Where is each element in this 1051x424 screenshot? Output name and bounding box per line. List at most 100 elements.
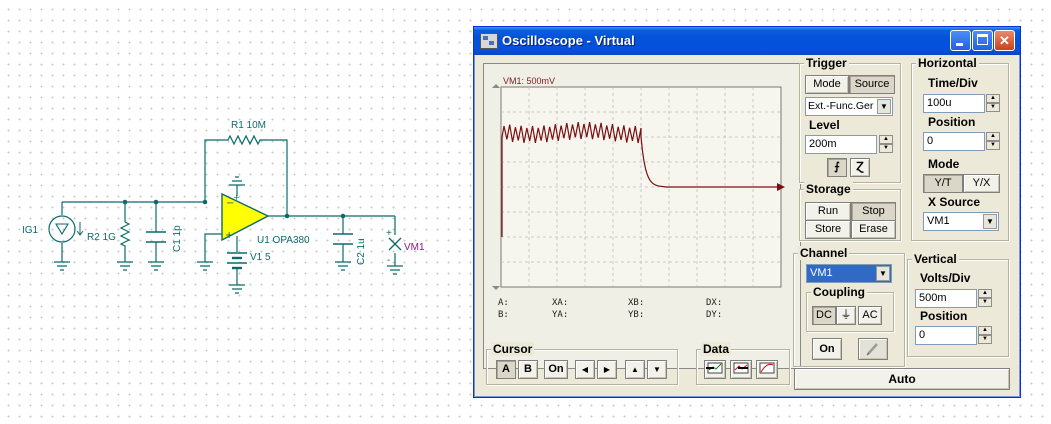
export-icon [706,362,723,374]
cursor-b-button[interactable]: B [518,360,538,379]
xsource-label: X Source [928,195,981,209]
minimize-button[interactable] [950,30,971,51]
channel-select[interactable]: VM1 ▼ [806,264,892,283]
xsource-value: VM1 [927,215,950,227]
chevron-down-icon[interactable]: ▼ [876,266,890,281]
capacitor-c1[interactable] [146,231,166,243]
trigger-rising-edge-button[interactable]: ⨍ [827,158,847,177]
label-vm1: VM1 [404,242,425,253]
cursor-right-button[interactable]: ▶ [597,360,617,379]
mode-yt-button[interactable]: Y/T [923,174,963,193]
trigger-level-spinner[interactable]: ▲ ▼ [879,135,893,154]
circuit-schematic[interactable]: − + + IG1 R2 1G C1 1p R1 10M U1 OPA380 V… [0,0,470,424]
data-title: Data [701,342,732,356]
coupling-group: Coupling DC ⏚ AC [806,285,894,332]
spin-up-icon[interactable]: ▲ [978,326,992,335]
vertical-position-spinner[interactable]: ▲ ▼ [978,326,992,345]
channel-pen-button[interactable] [858,338,888,360]
close-button[interactable]: ✕ [994,30,1015,51]
vertical-group: Vertical Volts/Div 500m ▲ ▼ Position 0 ▲ ▼ [907,252,1009,357]
svg-text:+: + [225,230,233,241]
horizontal-position-spinner[interactable]: ▲ ▼ [986,132,1000,151]
coupling-ac-button[interactable]: AC [858,306,882,325]
spin-up-icon[interactable]: ▲ [986,94,1000,103]
spin-down-icon[interactable]: ▼ [986,103,1000,112]
label-v1: V1 5 [250,252,271,263]
data-chart-button[interactable] [756,360,778,379]
capacitor-c2[interactable] [333,233,353,245]
current-source-ig1[interactable] [48,215,84,243]
coupling-dc-button[interactable]: DC [812,306,836,325]
label-vm1-plus: + [386,228,392,239]
channel-group: Channel VM1 ▼ Coupling DC ⏚ AC On [793,246,905,367]
voltsdiv-input[interactable]: 500m [915,289,977,308]
data-group: Data [696,342,790,385]
cursor-on-button[interactable]: On [544,360,568,379]
chevron-down-icon[interactable]: ▼ [877,99,891,114]
opamp-u1[interactable]: − + + [221,192,270,242]
cursor-left-button[interactable]: ◀ [575,360,595,379]
cursor-down-button[interactable]: ▼ [647,360,667,379]
voltsdiv-label: Volts/Div [920,271,971,285]
horizontal-position-input[interactable]: 0 [923,132,985,151]
xsource-select[interactable]: VM1 ▼ [923,212,999,231]
channel-title: Channel [798,246,850,260]
storage-title: Storage [804,182,853,196]
resistor-r1[interactable] [225,134,265,146]
label-u1: U1 OPA380 [257,235,310,246]
label-c2: C2 1u [356,238,367,265]
trigger-source-button[interactable]: Source [849,75,895,94]
readout-a: A: [498,298,509,308]
spin-down-icon[interactable]: ▼ [879,144,893,153]
trigger-falling-edge-button[interactable]: Ɀ [850,158,870,177]
storage-erase-button[interactable]: Erase [851,220,896,239]
voltmeter-vm1[interactable] [388,237,402,251]
timediv-spinner[interactable]: ▲ ▼ [986,94,1000,113]
channel-on-button[interactable]: On [812,338,842,360]
spin-up-icon[interactable]: ▲ [978,289,992,298]
title-bar[interactable]: Oscilloscope - Virtual ✕ [474,27,1020,55]
readout-ya: YA: [552,310,569,320]
spin-down-icon[interactable]: ▼ [978,298,992,307]
cursor-title: Cursor [491,342,535,356]
trigger-source-select[interactable]: Ext.-Func.Ger ▼ [805,97,893,116]
resistor-r2[interactable] [119,221,131,250]
vertical-position-input[interactable]: 0 [915,326,977,345]
trigger-mode-button[interactable]: Mode [805,75,849,94]
readout-yb: YB: [628,310,645,320]
coupling-gnd-button[interactable]: ⏚ [836,306,856,325]
storage-store-button[interactable]: Store [805,220,851,239]
cursor-up-button[interactable]: ▲ [625,360,645,379]
label-c1: C1 1p [172,225,183,252]
trigger-level-input[interactable]: 200m [805,135,877,154]
timediv-label: Time/Div [928,76,978,90]
oscilloscope-window[interactable]: Oscilloscope - Virtual ✕ VM1: 500mV A: B… [473,26,1021,398]
mode-yx-button[interactable]: Y/X [963,174,1000,193]
cursor-a-button[interactable]: A [496,360,516,379]
auto-button[interactable]: Auto [794,368,1010,390]
horizontal-group: Horizontal Time/Div 100u ▲ ▼ Position 0 ▲… [911,56,1009,241]
trigger-group: Trigger Mode Source Ext.-Func.Ger ▼ Leve… [799,56,901,183]
timediv-input[interactable]: 100u [923,94,985,113]
scope-screen[interactable]: VM1: 500mV A: B: XA: YA: XB: YB: DX: DY: [483,63,801,369]
horizontal-position-label: Position [928,115,976,129]
top-marker-icon [492,84,500,88]
spin-up-icon[interactable]: ▲ [986,132,1000,141]
data-export-button[interactable] [704,360,726,379]
label-r1: R1 10M [231,120,266,131]
maximize-button[interactable] [972,30,993,51]
chevron-down-icon[interactable]: ▼ [983,214,997,229]
spin-down-icon[interactable]: ▼ [978,335,992,344]
storage-run-button[interactable]: Run [805,202,851,221]
chart-icon [759,362,775,374]
voltsdiv-spinner[interactable]: ▲ ▼ [978,289,992,308]
battery-v1[interactable] [227,252,247,270]
readout-b: B: [498,310,509,320]
data-import-button[interactable] [730,360,752,379]
scope-plot[interactable] [484,64,800,368]
storage-stop-button[interactable]: Stop [851,202,896,221]
maximize-icon [977,34,988,45]
bottom-marker-icon [492,286,500,290]
spin-up-icon[interactable]: ▲ [879,135,893,144]
spin-down-icon[interactable]: ▼ [986,141,1000,150]
